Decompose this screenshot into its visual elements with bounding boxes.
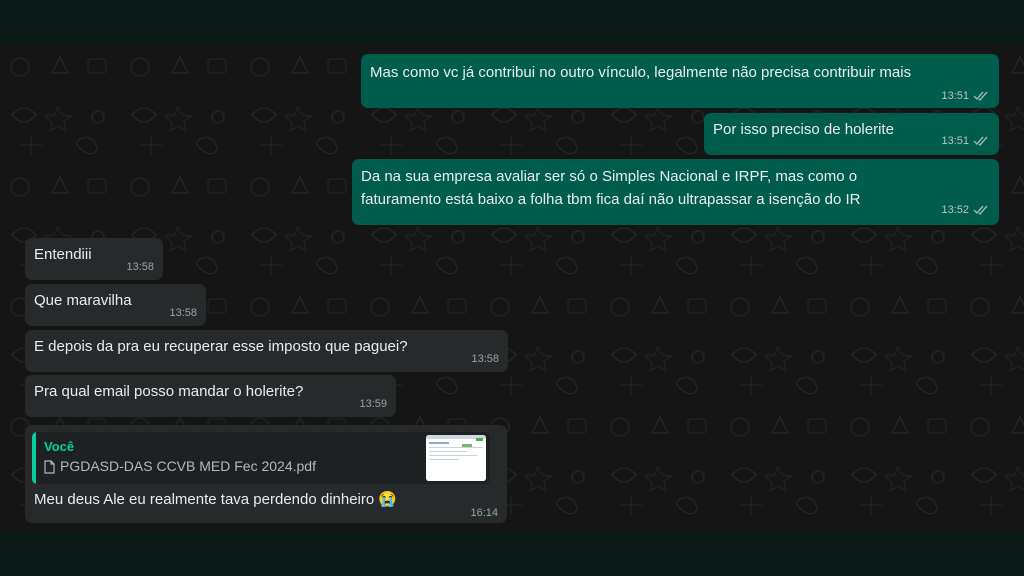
- quote-author: Você: [44, 439, 75, 454]
- message-outgoing[interactable]: Por isso preciso de holerite 13:51: [704, 113, 999, 155]
- message-time: 13:58: [126, 261, 154, 273]
- message-time: 13:58: [169, 307, 197, 319]
- message-time: 13:52: [941, 204, 969, 216]
- message-incoming[interactable]: Que maravilha 13:58: [25, 284, 206, 326]
- quote-file: PGDASD-DAS CCVB MED Fec 2024.pdf: [44, 458, 316, 474]
- top-bar: [0, 0, 1024, 45]
- message-meta: 13:51: [941, 90, 989, 102]
- message-time: 13:58: [471, 353, 499, 365]
- message-meta: 13:51: [941, 135, 989, 147]
- message-outgoing[interactable]: Mas como vc já contribui no outro víncul…: [361, 54, 999, 108]
- message-text: Mas como vc já contribui no outro víncul…: [370, 64, 912, 81]
- message-text: Meu deus Ale eu realmente tava perdendo …: [34, 491, 398, 508]
- message-incoming[interactable]: Entendiii 13:58: [25, 238, 163, 280]
- message-outgoing[interactable]: Da na sua empresa avaliar ser só o Simpl…: [352, 159, 999, 225]
- message-text: Por isso preciso de holerite: [713, 121, 894, 138]
- quote-accent-bar: [32, 432, 36, 484]
- message-time: 16:14: [470, 507, 498, 519]
- message-time: 13:51: [941, 135, 969, 147]
- double-check-icon: [973, 205, 988, 216]
- message-time: 13:59: [359, 398, 387, 410]
- thumbnail-preview: [426, 435, 486, 481]
- quote-file-name: PGDASD-DAS CCVB MED Fec 2024.pdf: [60, 458, 316, 474]
- message-text: Pra qual email posso mandar o holerite?: [34, 383, 304, 400]
- message-text: Da na sua empresa avaliar ser só o Simpl…: [361, 168, 858, 185]
- document-thumbnail: [426, 435, 486, 481]
- chat-panel[interactable]: Mas como vc já contribui no outro víncul…: [0, 45, 1024, 531]
- message-incoming[interactable]: Você PGDASD-DAS CCVB MED Fec 2024.pdf Me…: [25, 425, 507, 523]
- bottom-bar: [0, 531, 1024, 576]
- message-text: faturamento está baixo a folha tbm fica …: [361, 191, 861, 208]
- message-text: E depois da pra eu recuperar esse impost…: [34, 338, 408, 355]
- double-check-icon: [973, 136, 988, 147]
- message-time: 13:51: [941, 90, 969, 102]
- double-check-icon: [973, 91, 988, 102]
- quoted-message[interactable]: Você PGDASD-DAS CCVB MED Fec 2024.pdf: [32, 432, 490, 484]
- message-incoming[interactable]: E depois da pra eu recuperar esse impost…: [25, 330, 508, 372]
- message-text: Que maravilha: [34, 292, 132, 309]
- message-text: Entendiii: [34, 246, 92, 263]
- message-meta: 13:52: [941, 204, 989, 216]
- message-incoming[interactable]: Pra qual email posso mandar o holerite? …: [25, 375, 396, 417]
- document-icon: [44, 460, 55, 474]
